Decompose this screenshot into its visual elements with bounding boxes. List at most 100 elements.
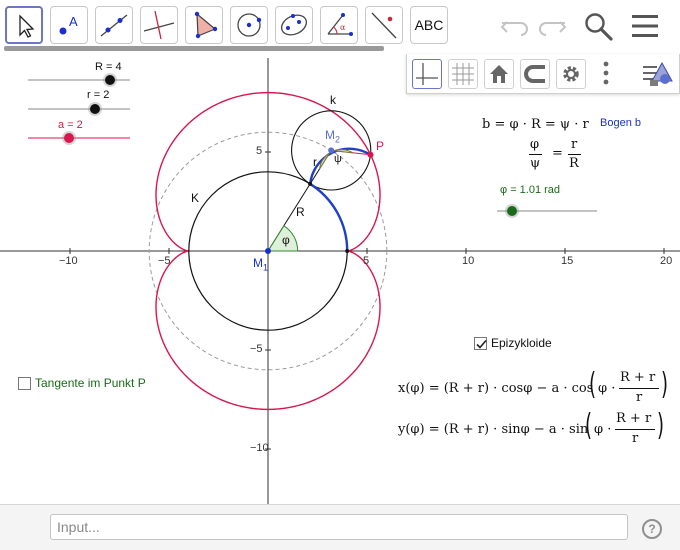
algebra-input[interactable] — [50, 514, 628, 540]
y-tick-label: 5 — [256, 145, 263, 157]
angle-icon: α — [327, 13, 353, 36]
arc-on-K — [309, 182, 349, 252]
menu-icon[interactable] — [630, 12, 660, 40]
formula-y: y(φ) = (R + r) · sinφ − a · sin — [398, 422, 589, 437]
label-M2: M2 — [325, 128, 341, 145]
x-tick-label: 10 — [462, 255, 475, 267]
formula-y-frac-line — [615, 429, 655, 430]
slider-phi-knob — [507, 206, 517, 216]
slider-R-knob — [105, 75, 115, 85]
text-tool[interactable]: ABC — [410, 6, 448, 44]
tangente-label[interactable]: Tangente im Punkt P — [35, 376, 146, 390]
formula-x-close-paren: ) — [661, 367, 669, 402]
point-P — [367, 151, 374, 158]
y-tick-label: −5 — [250, 343, 263, 355]
x-tick-label: −5 — [158, 255, 171, 267]
x-tick-label: 15 — [561, 255, 574, 267]
point-tool[interactable]: A — [50, 6, 88, 44]
point-start — [345, 249, 350, 253]
slider-a-knob — [64, 133, 74, 143]
x-tick-label: 5 — [363, 255, 370, 267]
label-phi: φ — [282, 233, 290, 247]
epizykloide-label[interactable]: Epizykloide — [491, 336, 552, 350]
formula-bogen: b = φ · R = ψ · r — [482, 117, 589, 132]
move-tool[interactable] — [5, 6, 43, 44]
search-icon[interactable] — [583, 11, 615, 43]
perpendicular-tool[interactable] — [140, 6, 178, 44]
svg-text:A: A — [69, 14, 78, 29]
redo-icon[interactable] — [536, 13, 568, 39]
ellipse-icon — [280, 14, 308, 36]
grid-toggle[interactable] — [448, 59, 478, 89]
slider-r-knob — [90, 104, 100, 114]
more-options-icon[interactable] — [602, 60, 610, 88]
line-tool[interactable] — [95, 6, 133, 44]
formula-y-open-paren: ( — [585, 408, 593, 443]
input-bar: ? — [0, 504, 680, 550]
magnet-icon — [524, 65, 545, 83]
grid-icon — [452, 63, 474, 85]
formula-x: x(φ) = (R + r) · cosφ − a · cos — [398, 381, 594, 396]
slider-phi-label: φ = 1.01 rad — [500, 184, 561, 196]
formula-x-frac-den: r — [636, 390, 643, 405]
ratio-line-left — [529, 154, 542, 155]
formula-y-close-paren: ) — [657, 408, 665, 443]
slider-a-label: a = 2 — [58, 119, 83, 131]
point-M1 — [265, 248, 271, 254]
x-tick-label: −10 — [59, 255, 78, 267]
ratio-psi: ψ — [530, 156, 541, 171]
snap-mode-button[interactable] — [520, 59, 550, 89]
ratio-r: r — [571, 137, 578, 152]
formula-x-frac-line — [619, 388, 659, 389]
slider-R-label: R = 4 — [95, 61, 122, 73]
formula-y-frac-num: R + r — [616, 411, 652, 426]
circle-icon — [237, 13, 262, 37]
polygon-icon — [194, 11, 218, 39]
axes-icon — [416, 63, 438, 85]
formula-x-open-paren: ( — [589, 367, 597, 402]
reflect-tool[interactable] — [365, 6, 403, 44]
tangente-checkbox[interactable] — [18, 377, 31, 390]
line-icon — [100, 14, 128, 37]
polygon-tool[interactable] — [185, 6, 223, 44]
graphics-style-bar — [406, 54, 680, 94]
label-R: R — [296, 205, 305, 219]
gear-icon — [563, 66, 579, 82]
text-tool-label: ABC — [414, 17, 444, 33]
label-k: k — [330, 93, 336, 107]
label-K: K — [191, 191, 200, 205]
point-contact — [308, 181, 313, 186]
toolbar: A α ABC — [0, 0, 680, 54]
label-r: r — [313, 155, 317, 169]
epizykloide-checkbox[interactable] — [474, 337, 487, 350]
help-icon[interactable]: ? — [642, 519, 662, 539]
slider-r-label: r = 2 — [87, 89, 110, 101]
undo-icon[interactable] — [499, 13, 531, 39]
ratio-line-right — [568, 154, 581, 155]
y-tick-label: −10 — [250, 442, 269, 454]
formula-x-frac-num: R + r — [620, 370, 656, 385]
point-icon: A — [59, 14, 78, 35]
conic-tool[interactable] — [275, 6, 313, 44]
home-view-button[interactable] — [484, 59, 514, 89]
perpendicular-line-icon — [143, 10, 175, 40]
bogen-label: Bogen b — [600, 117, 641, 129]
label-M1: M1 — [253, 256, 269, 273]
label-psi: ψ — [334, 153, 342, 165]
ratio-R: R — [569, 156, 579, 171]
formula-x-inner-phi: φ · — [598, 381, 616, 396]
settings-button[interactable] — [556, 59, 586, 89]
toolbar-scrollbar[interactable] — [4, 46, 384, 51]
ratio-phi: φ — [530, 137, 540, 152]
x-tick-label: 20 — [660, 255, 673, 267]
angle-tool[interactable]: α — [320, 6, 358, 44]
cursor-arrow-icon — [19, 14, 35, 38]
svg-text:α: α — [340, 23, 346, 32]
axes-toggle[interactable] — [412, 59, 442, 89]
graphics-view-menu-icon[interactable] — [641, 59, 675, 89]
circle-tool[interactable] — [230, 6, 268, 44]
home-icon — [490, 65, 508, 83]
formula-y-frac-den: r — [632, 431, 639, 446]
reflect-line-icon — [371, 12, 397, 39]
label-P: P — [376, 139, 385, 153]
